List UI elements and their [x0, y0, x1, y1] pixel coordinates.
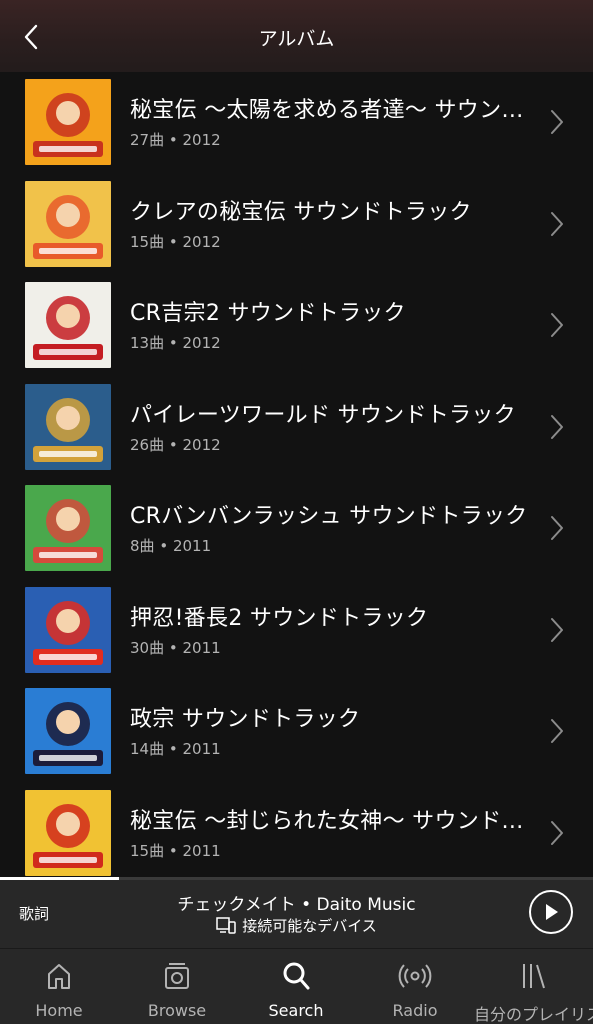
- chevron-right-icon: [549, 311, 565, 339]
- tab-label: Browse: [147, 1001, 207, 1020]
- tab-search[interactable]: Search: [237, 949, 355, 1024]
- album-year: 2011: [172, 537, 212, 555]
- chevron-right-icon: [549, 616, 565, 644]
- album-title: 秘宝伝 〜太陽を求める者達〜 サウンドトラック: [130, 98, 530, 123]
- album-track-count: 26曲: [130, 435, 165, 454]
- now-playing-track: チェックメイト • Daito Music: [177, 895, 416, 915]
- tab-bar: Home Browse Search Radio 自分のプレイリスト: [0, 948, 593, 1024]
- chevron-right-icon: [549, 210, 565, 238]
- album-track-count: 8曲: [130, 537, 155, 555]
- album-meta: 15曲 • 2011: [130, 840, 221, 861]
- album-track-count: 27曲: [130, 131, 165, 149]
- album-list[interactable]: 秘宝伝 〜太陽を求める者達〜 サウンドトラック27曲 • 2012クレアの秘宝伝…: [0, 72, 593, 877]
- tab-browse[interactable]: Browse: [118, 949, 236, 1024]
- meta-separator: •: [168, 740, 178, 758]
- header: アルバム: [0, 0, 593, 72]
- search-icon: [237, 959, 355, 993]
- album-art: [25, 688, 111, 774]
- album-row[interactable]: CRバンバンラッシュ サウンドトラック 8曲 • 2011: [0, 478, 593, 579]
- play-button[interactable]: [529, 890, 573, 934]
- album-meta: 13曲 • 2012: [130, 332, 221, 353]
- album-track-count: 15曲: [130, 232, 165, 251]
- album-row[interactable]: 秘宝伝 〜封じられた女神〜 サウンドトラック 15曲 • 2011: [0, 783, 593, 878]
- album-year: 2011: [182, 841, 221, 860]
- album-title: クレアの秘宝伝 サウンドトラック: [130, 199, 472, 225]
- album-art: [25, 282, 111, 368]
- meta-separator: •: [168, 334, 178, 352]
- album-track-count: 30曲: [130, 638, 165, 657]
- album-year: 2012: [182, 232, 221, 251]
- home-icon: [0, 959, 118, 993]
- album-row[interactable]: CR吉宗2 サウンドトラック 13曲 • 2012: [0, 275, 593, 376]
- play-icon: [546, 904, 558, 920]
- meta-separator: •: [168, 435, 178, 454]
- meta-separator: •: [168, 232, 178, 251]
- meta-separator: •: [159, 537, 169, 555]
- tab-label: Home: [35, 1001, 83, 1020]
- album-meta: 15曲 • 2012: [130, 231, 221, 252]
- album-row[interactable]: クレアの秘宝伝 サウンドトラック 15曲 • 2012: [0, 174, 593, 275]
- album-art: [25, 485, 111, 571]
- album-year: 2012: [182, 435, 221, 454]
- album-year: 2011: [182, 638, 221, 657]
- tab-home[interactable]: Home: [0, 949, 118, 1024]
- browse-icon: [118, 959, 236, 993]
- devices-icon: [216, 917, 236, 934]
- album-meta: 27曲 • 2012: [130, 129, 221, 150]
- album-track-count: 14曲: [130, 740, 165, 758]
- album-meta: 26曲 • 2012: [130, 434, 221, 455]
- tab-my-playlists[interactable]: 自分のプレイリスト: [474, 949, 593, 1024]
- album-track-count: 13曲: [130, 334, 165, 352]
- album-art: [25, 383, 111, 470]
- album-year: 2011: [182, 740, 221, 758]
- album-title: パイレーツワールド サウンドトラック: [130, 402, 516, 428]
- album-year: 2012: [182, 131, 221, 149]
- meta-separator: •: [168, 638, 178, 657]
- now-playing-bar[interactable]: 歌詞 チェックメイト • Daito Music 接続可能なデバイス: [0, 880, 593, 948]
- album-year: 2012: [182, 334, 221, 352]
- chevron-right-icon: [549, 717, 565, 745]
- tab-radio[interactable]: Radio: [356, 949, 474, 1024]
- album-title: 押忍!番長2 サウンドトラック: [130, 605, 429, 631]
- album-art: [25, 586, 111, 673]
- chevron-right-icon: [549, 413, 565, 441]
- album-art: [25, 180, 111, 267]
- page-title: アルバム: [258, 28, 335, 50]
- album-row[interactable]: パイレーツワールド サウンドトラック 26曲 • 2012: [0, 377, 593, 478]
- album-art: [25, 79, 111, 165]
- album-row[interactable]: 押忍!番長2 サウンドトラック 30曲 • 2011: [0, 580, 593, 681]
- album-row[interactable]: 政宗 サウンドトラック 14曲 • 2011: [0, 681, 593, 782]
- devices-label: 接続可能なデバイス: [242, 917, 377, 935]
- tab-label: Search: [268, 1001, 324, 1020]
- album-row[interactable]: 秘宝伝 〜太陽を求める者達〜 サウンドトラック 27曲 • 2012: [0, 72, 593, 173]
- radio-icon: [356, 959, 474, 993]
- meta-separator: •: [168, 131, 178, 149]
- library-icon: [474, 959, 592, 993]
- album-meta: 14曲 • 2011: [130, 738, 221, 759]
- album-title: 秘宝伝 〜封じられた女神〜 サウンドトラック: [130, 808, 530, 834]
- album-title: CR吉宗2 サウンドトラック: [130, 301, 406, 326]
- devices-available[interactable]: 接続可能なデバイス: [0, 915, 593, 936]
- album-title: 政宗 サウンドトラック: [130, 707, 361, 732]
- album-meta: 8曲 • 2011: [130, 535, 211, 556]
- meta-separator: •: [168, 841, 178, 860]
- album-title: CRバンバンラッシュ サウンドトラック: [130, 504, 528, 529]
- album-track-count: 15曲: [130, 841, 165, 860]
- tab-label: 自分のプレイリスト: [474, 1005, 593, 1024]
- album-art: [25, 789, 111, 876]
- chevron-right-icon: [549, 514, 565, 542]
- chevron-right-icon: [549, 819, 565, 847]
- album-meta: 30曲 • 2011: [130, 637, 221, 658]
- tab-label: Radio: [392, 1001, 438, 1020]
- chevron-right-icon: [549, 108, 565, 136]
